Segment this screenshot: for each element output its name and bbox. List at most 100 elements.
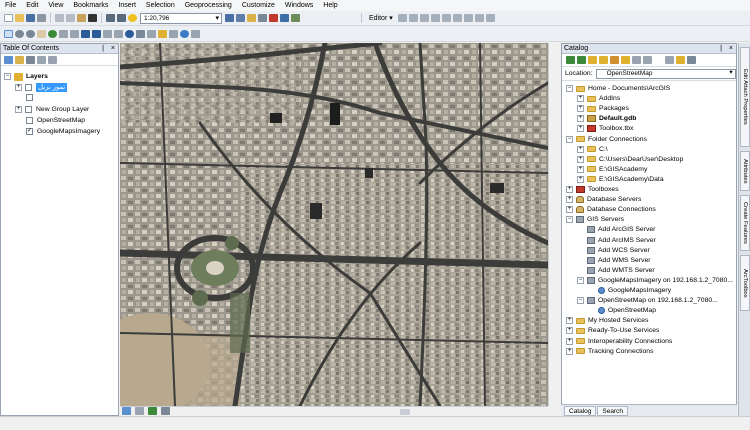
find-icon[interactable] (136, 29, 145, 38)
refresh-icon[interactable] (665, 56, 674, 64)
expand-icon[interactable]: + (577, 145, 584, 153)
toc-layer-item[interactable]: ✓ GoogleMapsImagery (26, 127, 100, 136)
menu-item-selection[interactable]: Selection (141, 0, 180, 11)
html-popup-icon[interactable] (169, 29, 178, 38)
expand-icon[interactable]: + (577, 115, 584, 123)
disconnect-folder-icon[interactable] (610, 56, 619, 64)
rotate-icon[interactable] (452, 14, 462, 22)
menu-item-insert[interactable]: Insert (113, 0, 141, 11)
close-icon[interactable]: × (111, 44, 115, 54)
catalog-tree-item[interactable]: + My Hosted Services (566, 316, 648, 325)
collapse-icon[interactable]: − (566, 216, 573, 224)
catalog-tree-item[interactable]: Add WMS Server (577, 256, 651, 265)
expand-icon[interactable]: + (577, 155, 584, 163)
expand-icon[interactable]: + (566, 186, 573, 193)
collapse-icon[interactable]: − (577, 297, 584, 305)
side-tab-create-features[interactable]: Create Features (740, 195, 750, 251)
arctoolbox-icon[interactable] (269, 14, 278, 22)
catalog-tree-item[interactable]: Add ArcIMS Server (577, 236, 656, 245)
catalog-tree-item[interactable]: − OpenStreetMap on 192.168.1.2_7080... (577, 296, 718, 305)
expand-icon[interactable]: + (566, 206, 573, 214)
map-view[interactable] (120, 43, 548, 406)
delete-icon[interactable] (88, 14, 97, 22)
layer-visibility-checkbox[interactable]: ✓ (26, 128, 33, 135)
toc-layer-item[interactable]: + تمور بريل (15, 83, 68, 92)
reshape-icon[interactable] (419, 14, 429, 22)
layers-node[interactable]: − Layers (4, 72, 48, 81)
menu-item-windows[interactable]: Windows (280, 0, 318, 11)
catalog-tree-item[interactable]: + Interoperability Connections (566, 337, 672, 346)
list-by-source-icon[interactable] (15, 55, 24, 64)
collapse-icon[interactable]: − (566, 85, 573, 92)
measure-icon[interactable] (147, 29, 156, 38)
menu-item-view[interactable]: View (43, 0, 68, 11)
data-view-icon[interactable] (122, 407, 131, 415)
clear-selection-icon[interactable] (114, 29, 123, 38)
menu-item-edit[interactable]: Edit (21, 0, 43, 11)
search-window-icon[interactable] (687, 56, 696, 64)
catalog-tree-item[interactable]: + E:\GISAcademy\Data (577, 175, 664, 184)
menu-item-file[interactable]: File (0, 0, 21, 11)
full-extent-icon[interactable] (48, 29, 57, 38)
expand-icon[interactable]: + (577, 95, 584, 103)
forward-icon[interactable] (577, 56, 586, 64)
side-tab-attributes[interactable]: Attributes (740, 151, 750, 191)
catalog-tree-item[interactable]: + Packages (577, 104, 629, 113)
close-icon[interactable]: × (729, 44, 733, 54)
collapse-icon[interactable]: − (577, 276, 584, 284)
collapse-icon[interactable]: − (566, 135, 573, 143)
toggle-contents-icon[interactable] (632, 56, 641, 64)
expand-icon[interactable]: + (577, 175, 584, 183)
layer-visibility-checkbox[interactable] (26, 117, 33, 124)
pin-icon[interactable]: ❘ (100, 44, 106, 54)
catalog-tree-item[interactable]: − GIS Servers (566, 215, 624, 224)
catalog-tree-item[interactable]: − GoogleMapsImagery on 192.168.1.2_7080..… (577, 276, 733, 285)
back-extent-icon[interactable] (81, 29, 90, 38)
catalog-tree-item[interactable]: + Database Connections (566, 205, 656, 214)
back-icon[interactable] (566, 56, 575, 64)
sketch-properties-icon[interactable] (474, 14, 484, 22)
pan-icon[interactable] (37, 29, 46, 38)
location-input[interactable]: OpenStreetMap (595, 68, 736, 79)
layer-visibility-checkbox[interactable] (25, 84, 32, 91)
catalog-tree-item[interactable]: + AddIns (577, 94, 620, 103)
table-of-contents-icon[interactable] (236, 14, 245, 22)
new-map-icon[interactable] (4, 14, 13, 22)
horizontal-scroll-thumb[interactable] (400, 409, 410, 415)
catalog-icon[interactable] (247, 14, 256, 22)
select-elements-icon[interactable] (4, 29, 13, 38)
menu-item-bookmarks[interactable]: Bookmarks (68, 0, 113, 11)
list-by-visibility-icon[interactable] (26, 55, 35, 64)
menu-item-customize[interactable]: Customize (237, 0, 280, 11)
identify-icon[interactable] (125, 29, 134, 38)
add-data-icon[interactable] (128, 14, 137, 22)
save-icon[interactable] (26, 14, 35, 22)
expand-icon[interactable]: + (577, 105, 584, 113)
catalog-tree-item[interactable]: + Default.gdb (577, 114, 636, 123)
select-features-icon[interactable] (103, 29, 112, 38)
refresh-icon[interactable] (147, 407, 157, 415)
catalog-tree-item[interactable]: OpenStreetMap (588, 306, 656, 315)
menu-item-geoprocessing[interactable]: Geoprocessing (180, 0, 237, 11)
catalog-tree-item[interactable]: + Tracking Connections (566, 347, 653, 356)
catalog-tree-item[interactable]: + Toolbox.tbx (577, 124, 633, 133)
forward-extent-icon[interactable] (92, 29, 101, 38)
go-to-xy-icon[interactable] (191, 29, 200, 38)
side-tab-edit-attach-properties[interactable]: Edit Attach Properties (740, 47, 750, 147)
catalog-tree-item[interactable]: Add ArcGIS Server (577, 225, 655, 234)
tab-catalog[interactable]: Catalog (564, 405, 597, 416)
catalog-tree-item[interactable]: Add WCS Server (577, 246, 650, 255)
expand-icon[interactable]: + (566, 317, 573, 325)
toc-layer-item[interactable] (26, 94, 37, 101)
layer-visibility-checkbox[interactable] (25, 106, 32, 113)
home-icon[interactable] (621, 56, 630, 64)
list-by-drawing-order-icon[interactable] (4, 55, 13, 64)
cut-icon[interactable] (55, 14, 64, 22)
catalog-tree-item[interactable]: − Folder Connections (566, 135, 647, 144)
catalog-tree-item[interactable]: − Home - Documents\ArcGIS (566, 84, 670, 93)
expand-icon[interactable]: + (566, 337, 573, 345)
expand-icon[interactable]: + (566, 327, 573, 335)
edit-vertices-icon[interactable] (408, 14, 418, 22)
zoom-in-icon[interactable] (15, 29, 24, 38)
edit-tool-icon[interactable] (397, 14, 407, 22)
